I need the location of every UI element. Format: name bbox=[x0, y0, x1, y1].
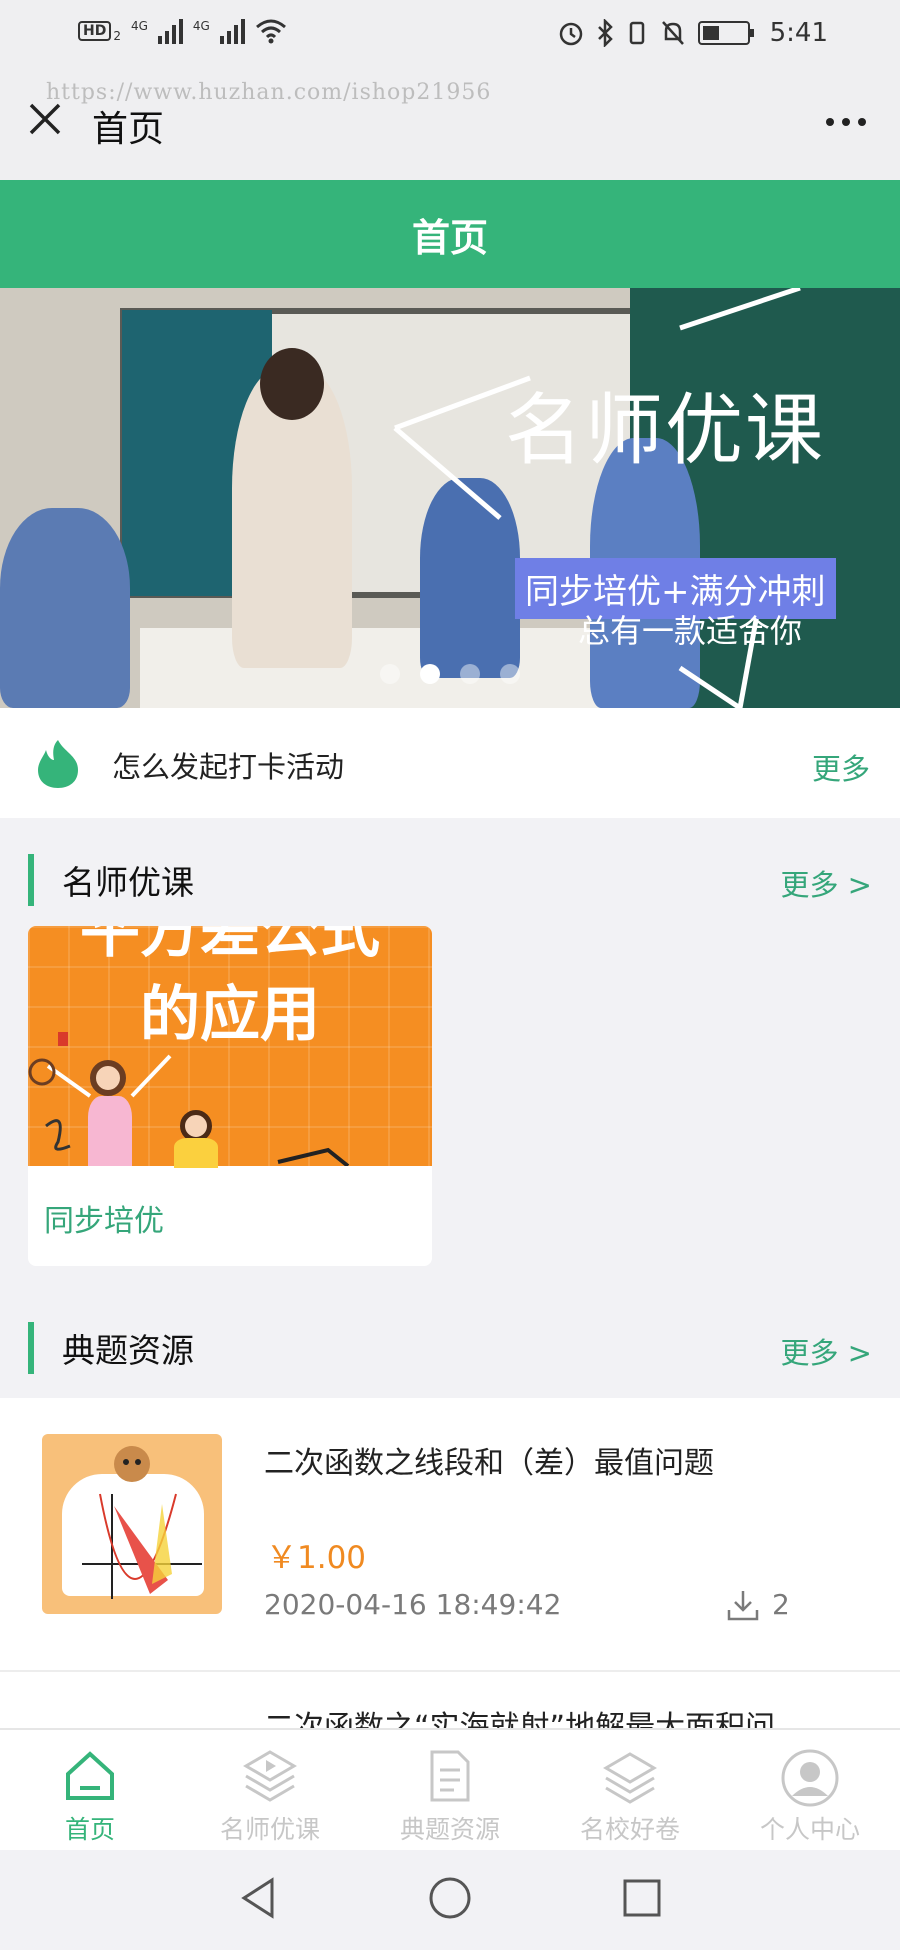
status-left: HD 2 4G 4G bbox=[78, 18, 287, 44]
sim1-label: 4G bbox=[130, 19, 148, 33]
tab-bar: 首页 名师优课 典题资源 名校好卷 个人中心 bbox=[0, 1728, 900, 1850]
bluetooth-icon bbox=[597, 19, 613, 47]
status-bar: HD 2 4G 4G 5:41 bbox=[0, 0, 900, 70]
section-accent-bar bbox=[28, 854, 34, 906]
notice-text: 怎么发起打卡活动 bbox=[112, 750, 345, 784]
download-count: 2 bbox=[772, 1588, 790, 1621]
tab-label: 个人中心 bbox=[759, 1815, 860, 1844]
section-accent-bar bbox=[28, 1322, 34, 1374]
signal-icon-2 bbox=[219, 18, 245, 44]
close-icon[interactable] bbox=[28, 102, 62, 136]
recents-icon[interactable] bbox=[622, 1876, 662, 1920]
course-card[interactable]: 平方差公式 的应用 同步培优 bbox=[28, 926, 432, 1266]
notice-row[interactable]: 怎么发起打卡活动 更多 bbox=[0, 708, 900, 818]
resource-item-partial[interactable]: 二次函数之“实海就射”地解最大面积问 bbox=[0, 1672, 900, 1728]
tab-courses[interactable]: 名师优课 bbox=[180, 1730, 360, 1850]
sim2-label: 4G bbox=[192, 19, 210, 33]
course-illustration-lines bbox=[28, 1032, 350, 1166]
wifi-icon bbox=[255, 19, 286, 44]
carousel-dot[interactable] bbox=[500, 664, 520, 684]
flame-icon bbox=[38, 740, 78, 788]
section-header-courses: 名师优课 更多 > bbox=[0, 826, 900, 922]
notice-more-link[interactable]: 更多 bbox=[812, 746, 870, 788]
vibrate-icon bbox=[629, 21, 644, 45]
tab-label: 典题资源 bbox=[399, 1815, 500, 1844]
carousel-dot[interactable] bbox=[380, 664, 400, 684]
banner-title: 名师优课 bbox=[505, 386, 826, 476]
tab-label: 首页 bbox=[64, 1815, 115, 1844]
resource-title: 二次函数之“实海就射”地解最大面积问 bbox=[264, 1710, 776, 1728]
play-layers-icon bbox=[243, 1750, 297, 1802]
tab-home[interactable]: 首页 bbox=[0, 1730, 180, 1850]
resource-thumbnail bbox=[42, 1434, 222, 1614]
mute-icon bbox=[661, 21, 684, 45]
document-icon bbox=[430, 1750, 470, 1802]
back-icon[interactable] bbox=[238, 1876, 278, 1920]
hd-sub: 2 bbox=[113, 29, 121, 43]
nav-title: 首页 bbox=[92, 109, 165, 150]
system-nav-bar bbox=[0, 1850, 900, 1950]
banner-carousel[interactable]: 名师优课 同步培优+满分冲刺 总有一款适合你 bbox=[0, 288, 900, 708]
home-icon bbox=[66, 1751, 114, 1800]
section-header-resources: 典题资源 更多 > bbox=[0, 1294, 900, 1390]
more-menu-icon[interactable] bbox=[826, 118, 866, 126]
resource-item[interactable]: 二次函数之线段和（差）最值问题 ￥1.00 2020-04-16 18:49:4… bbox=[0, 1398, 900, 1670]
user-icon bbox=[781, 1749, 839, 1807]
status-right: 5:41 bbox=[558, 18, 828, 48]
nav-bar: https://www.huzhan.com/ishop21956 首页 bbox=[0, 70, 900, 180]
carousel-dot[interactable] bbox=[460, 664, 480, 684]
tab-label: 名师优课 bbox=[219, 1815, 320, 1844]
course-thumbnail: 平方差公式 的应用 bbox=[28, 926, 432, 1168]
download-icon bbox=[727, 1591, 759, 1621]
status-time: 5:41 bbox=[769, 18, 828, 48]
tab-label: 名校好卷 bbox=[579, 1815, 680, 1844]
signal-icon bbox=[157, 18, 183, 44]
resource-thumbnail-graph bbox=[82, 1446, 202, 1599]
layers-icon bbox=[603, 1752, 657, 1804]
battery-icon bbox=[697, 21, 754, 45]
tab-profile[interactable]: 个人中心 bbox=[720, 1730, 900, 1850]
page-title: 首页 bbox=[411, 215, 488, 260]
banner-tagline: 总有一款适合你 bbox=[578, 612, 803, 650]
carousel-dot-active[interactable] bbox=[420, 664, 440, 684]
page-header: 首页 bbox=[0, 180, 900, 288]
section-title: 名师优课 bbox=[62, 863, 194, 902]
resource-price: ￥1.00 bbox=[266, 1540, 367, 1576]
resource-date: 2020-04-16 18:49:42 bbox=[264, 1588, 562, 1621]
carousel-indicator bbox=[380, 664, 520, 684]
section-title: 典题资源 bbox=[62, 1331, 194, 1370]
home-circle-icon[interactable] bbox=[428, 1876, 472, 1920]
tab-papers[interactable]: 名校好卷 bbox=[540, 1730, 720, 1850]
tab-resources[interactable]: 典题资源 bbox=[360, 1730, 540, 1850]
section-more-link[interactable]: 更多 > bbox=[780, 862, 872, 904]
hd-badge: HD bbox=[78, 21, 112, 41]
course-label: 同步培优 bbox=[44, 1204, 164, 1239]
alarm-icon bbox=[559, 22, 582, 46]
resource-title: 二次函数之线段和（差）最值问题 bbox=[264, 1446, 714, 1481]
section-more-link[interactable]: 更多 > bbox=[780, 1330, 872, 1372]
